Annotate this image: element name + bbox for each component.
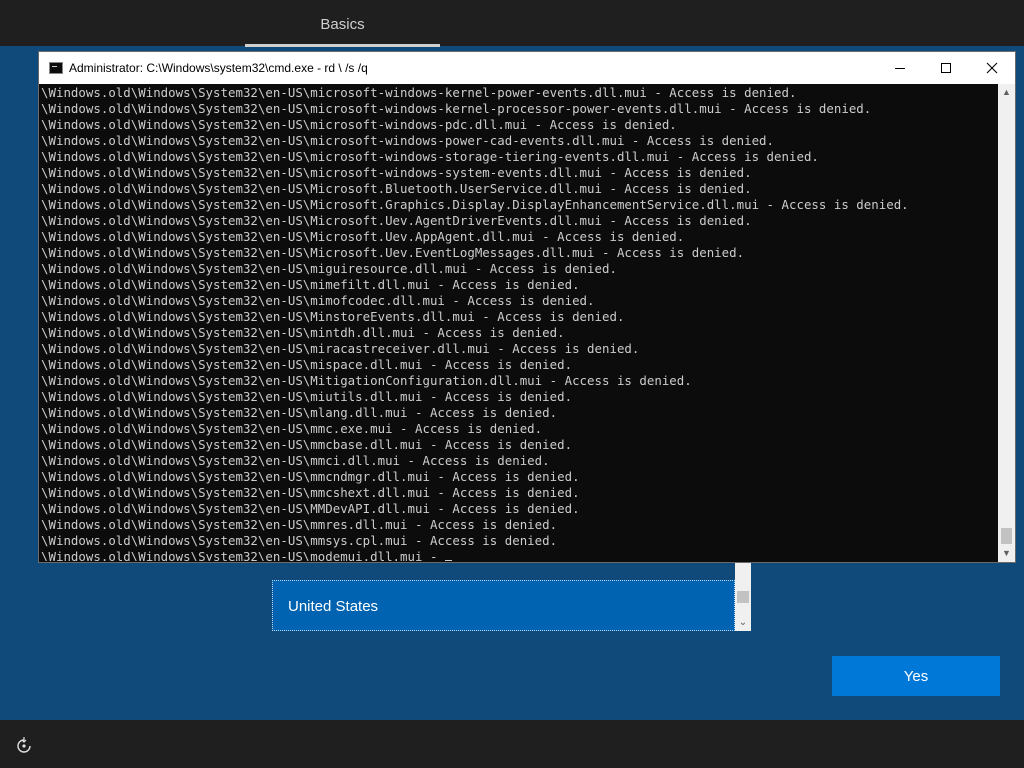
maximize-button[interactable] bbox=[923, 52, 969, 84]
scroll-down-arrow-icon[interactable]: ▼ bbox=[998, 545, 1015, 562]
minimize-button[interactable] bbox=[877, 52, 923, 84]
tab-active-indicator bbox=[245, 44, 440, 47]
cmd-output-line: \Windows.old\Windows\System32\en-US\mlan… bbox=[41, 405, 558, 420]
cmd-output-line: \Windows.old\Windows\System32\en-US\micr… bbox=[41, 133, 775, 148]
yes-button[interactable]: Yes bbox=[832, 656, 1000, 696]
cmd-output-line: \Windows.old\Windows\System32\en-US\Mins… bbox=[41, 309, 625, 324]
cmd-output-line: \Windows.old\Windows\System32\en-US\mint… bbox=[41, 325, 565, 340]
cmd-output-line: \Windows.old\Windows\System32\en-US\micr… bbox=[41, 165, 752, 180]
cmd-output-line: \Windows.old\Windows\System32\en-US\micr… bbox=[41, 149, 819, 164]
cmd-output-line: \Windows.old\Windows\System32\en-US\miut… bbox=[41, 389, 573, 404]
cmd-output-line: \Windows.old\Windows\System32\en-US\Micr… bbox=[41, 245, 745, 260]
maximize-icon bbox=[941, 63, 951, 73]
top-bar: Basics bbox=[0, 0, 1024, 47]
cmd-output-line: \Windows.old\Windows\System32\en-US\migu… bbox=[41, 261, 617, 276]
cmd-scrollbar[interactable]: ▲ ▼ bbox=[998, 84, 1015, 562]
cmd-output-line: \Windows.old\Windows\System32\en-US\Micr… bbox=[41, 213, 752, 228]
cmd-output-line: \Windows.old\Windows\System32\en-US\Micr… bbox=[41, 181, 752, 196]
cmd-output-line: \Windows.old\Windows\System32\en-US\Micr… bbox=[41, 229, 685, 244]
cmd-output-line: \Windows.old\Windows\System32\en-US\micr… bbox=[41, 117, 677, 132]
region-item-selected[interactable]: United States bbox=[272, 580, 735, 631]
cmd-output-line: \Windows.old\Windows\System32\en-US\mmcs… bbox=[41, 485, 580, 500]
cmd-output-line: \Windows.old\Windows\System32\en-US\mode… bbox=[41, 549, 999, 561]
cmd-output-line: \Windows.old\Windows\System32\en-US\mimo… bbox=[41, 293, 595, 308]
cmd-output-line: \Windows.old\Windows\System32\en-US\misp… bbox=[41, 357, 573, 372]
cmd-output-line: \Windows.old\Windows\System32\en-US\mmci… bbox=[41, 453, 550, 468]
cmd-titlebar[interactable]: Administrator: C:\Windows\system32\cmd.e… bbox=[39, 52, 1015, 84]
close-button[interactable] bbox=[969, 52, 1015, 84]
cmd-output-line: \Windows.old\Windows\System32\en-US\mmre… bbox=[41, 517, 558, 532]
scroll-up-arrow-icon[interactable]: ▲ bbox=[998, 84, 1015, 101]
cmd-output-line: \Windows.old\Windows\System32\en-US\MMDe… bbox=[41, 501, 580, 516]
cmd-output-line: \Windows.old\Windows\System32\en-US\micr… bbox=[41, 101, 872, 116]
cmd-output-line: \Windows.old\Windows\System32\en-US\mmcb… bbox=[41, 437, 573, 452]
cmd-window[interactable]: Administrator: C:\Windows\system32\cmd.e… bbox=[38, 51, 1016, 563]
cmd-output-line: \Windows.old\Windows\System32\en-US\Micr… bbox=[41, 197, 909, 212]
cmd-scroll-thumb[interactable] bbox=[1001, 528, 1012, 544]
close-icon bbox=[986, 62, 998, 74]
cmd-output-line: \Windows.old\Windows\System32\en-US\mmc.… bbox=[41, 421, 543, 436]
cmd-window-title: Administrator: C:\Windows\system32\cmd.e… bbox=[69, 61, 368, 75]
cmd-output-line: \Windows.old\Windows\System32\en-US\mime… bbox=[41, 277, 580, 292]
scroll-down-arrow-icon[interactable]: ⌄ bbox=[735, 615, 751, 631]
cmd-output[interactable]: \Windows.old\Windows\System32\en-US\micr… bbox=[41, 85, 999, 561]
cmd-output-line: \Windows.old\Windows\System32\en-US\mmcn… bbox=[41, 469, 580, 484]
cmd-output-line: \Windows.old\Windows\System32\en-US\mmsy… bbox=[41, 533, 558, 548]
tab-basics: Basics bbox=[320, 16, 365, 33]
region-list-scroll-thumb[interactable] bbox=[737, 591, 749, 603]
cmd-output-line: \Windows.old\Windows\System32\en-US\micr… bbox=[41, 85, 797, 100]
minimize-icon bbox=[895, 68, 905, 69]
text-cursor bbox=[445, 560, 453, 561]
cmd-app-icon[interactable] bbox=[49, 62, 63, 74]
cmd-output-line: \Windows.old\Windows\System32\en-US\Miti… bbox=[41, 373, 692, 388]
bottom-bar bbox=[0, 720, 1024, 768]
cmd-output-line: \Windows.old\Windows\System32\en-US\mira… bbox=[41, 341, 640, 356]
ease-of-access-icon[interactable] bbox=[14, 736, 34, 756]
